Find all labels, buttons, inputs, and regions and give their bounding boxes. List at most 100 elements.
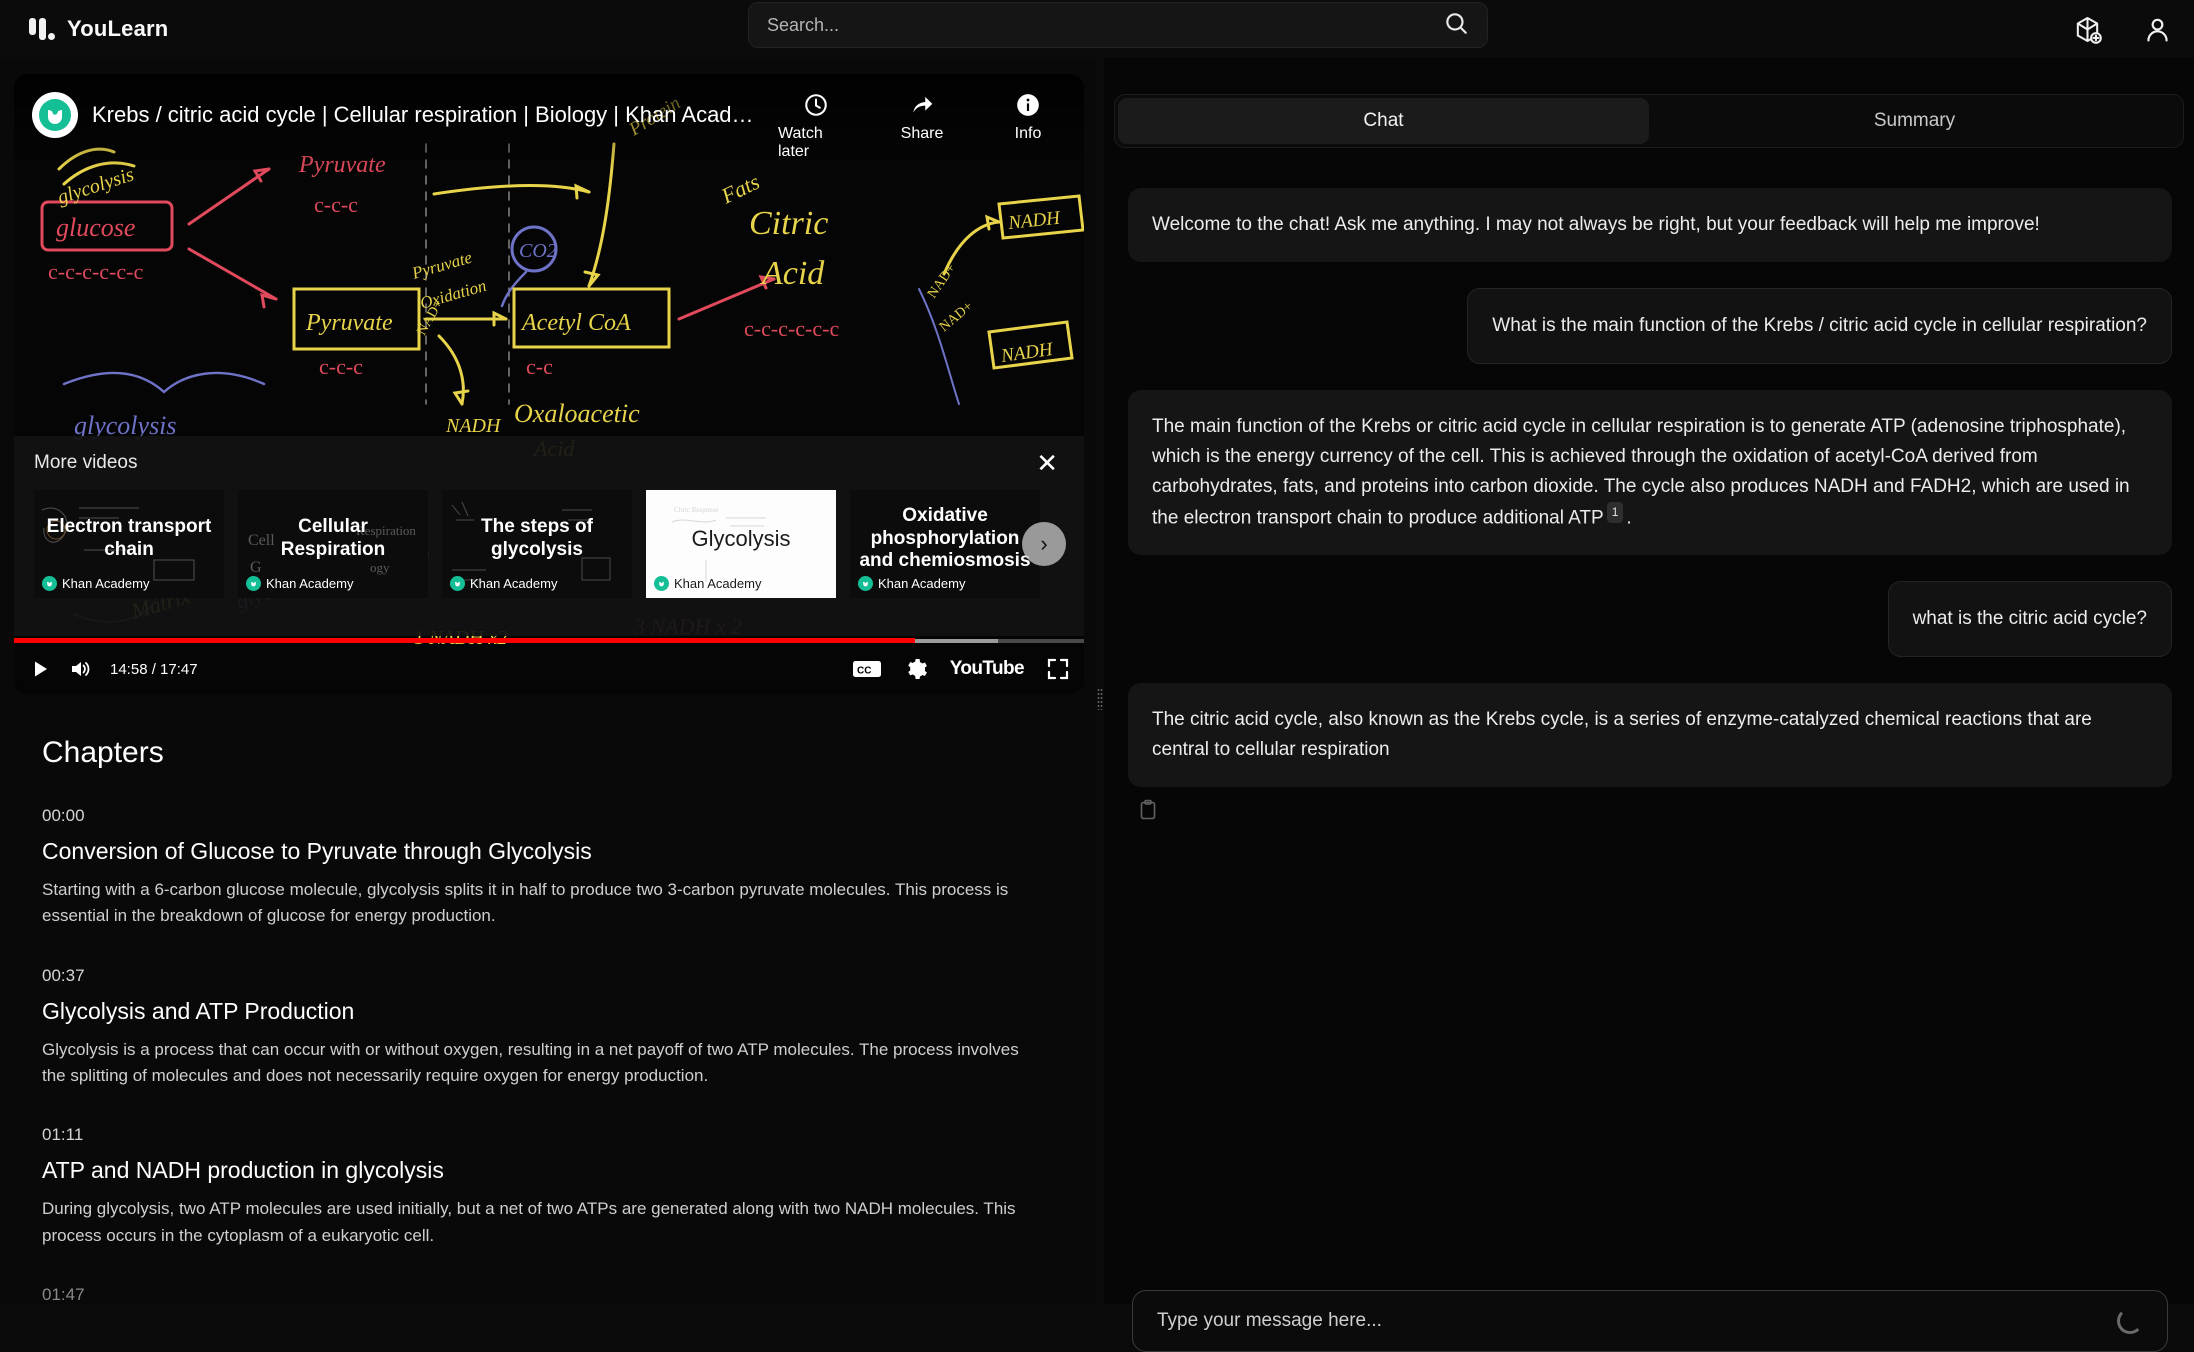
message-text: The main function of the Krebs or citric…: [1152, 416, 2130, 529]
channel-name: Khan Academy: [674, 576, 762, 591]
brand[interactable]: YouLearn: [0, 14, 168, 44]
message-text: The citric acid cycle, also known as the…: [1128, 683, 2172, 788]
gear-icon[interactable]: [904, 657, 928, 681]
cube-plus-icon[interactable]: [2072, 14, 2102, 44]
chat-message-user: What is the main function of the Krebs /…: [1128, 288, 2172, 365]
channel-name: Khan Academy: [470, 576, 558, 591]
chapter-item[interactable]: 00:37 Glycolysis and ATP Production Glyc…: [42, 966, 1056, 1090]
user-avatar-icon[interactable]: [2142, 14, 2172, 44]
chat-message-bot: The main function of the Krebs or citric…: [1128, 390, 2172, 556]
chapter-description: Glycolysis is a process that can occur w…: [42, 1039, 1019, 1086]
message-text-tail: .: [1626, 507, 1632, 529]
svg-text:Pyruvate: Pyruvate: [305, 310, 393, 336]
chat-input[interactable]: [1157, 1310, 2117, 1332]
chapter-item[interactable]: 00:00 Conversion of Glucose to Pyruvate …: [42, 806, 1056, 930]
video-card-channel: Khan Academy: [450, 576, 557, 591]
chevron-right-icon[interactable]: ›: [1022, 522, 1066, 566]
watch-later-label: Watch later: [778, 125, 823, 160]
video-card-channel: Khan Academy: [246, 576, 353, 591]
chapter-timestamp[interactable]: 00:00: [42, 806, 1056, 826]
play-icon[interactable]: [28, 657, 52, 681]
citation-badge[interactable]: 1: [1606, 502, 1624, 524]
chapter-description: Starting with a 6-carbon glucose molecul…: [42, 880, 1009, 926]
progress-played: [14, 638, 915, 643]
svg-text:c-c-c: c-c-c: [319, 354, 363, 379]
video-card[interactable]: Citric Response Glycolysis Khan Academy: [646, 490, 836, 598]
chat-messages: Welcome to the chat! Ask me anything. I …: [1114, 168, 2186, 1248]
khan-academy-logo-icon: [858, 576, 873, 591]
svg-text:Acid: Acid: [760, 255, 825, 292]
svg-text:c-c: c-c: [526, 354, 553, 379]
svg-text:c-c-c: c-c-c: [314, 192, 358, 217]
pane-splitter[interactable]: [1096, 58, 1104, 1304]
chapter-timestamp[interactable]: 01:47: [42, 1285, 1056, 1304]
video-card-channel: Khan Academy: [42, 576, 149, 591]
share-button[interactable]: Share: [884, 92, 960, 161]
video-title[interactable]: Krebs / citric acid cycle | Cellular res…: [92, 92, 760, 138]
chapters-heading: Chapters: [42, 736, 164, 769]
svg-text:ogy: ogy: [370, 560, 390, 575]
youlearn-logo-icon: [26, 14, 56, 44]
more-videos-list: Electron transport chain Khan Academy Ce…: [34, 490, 1066, 598]
khan-academy-logo-icon: [42, 576, 57, 591]
video-top-actions: Watch later Share Info: [778, 92, 1066, 161]
video-time-display: 14:58 / 17:47: [110, 660, 198, 678]
message-text: Welcome to the chat! Ask me anything. I …: [1128, 188, 2172, 263]
khan-academy-logo-icon: [246, 576, 261, 591]
composer-box[interactable]: [1132, 1290, 2168, 1352]
video-card[interactable]: Electron transport chain Khan Academy: [34, 490, 224, 598]
channel-name: Khan Academy: [62, 576, 150, 591]
chapter-title: Conversion of Glucose to Pyruvate throug…: [42, 838, 592, 864]
khan-academy-logo-icon: [654, 576, 669, 591]
chapter-title: Glycolysis and ATP Production: [42, 997, 355, 1024]
message-text: What is the main function of the Krebs /…: [1467, 288, 2172, 365]
more-videos-header: More videos ✕: [34, 450, 1064, 476]
volume-icon[interactable]: [68, 657, 92, 681]
video-card[interactable]: The steps of glycolysis Khan Academy: [442, 490, 632, 598]
video-card[interactable]: Oxidative phosphorylation and chemiosmos…: [850, 490, 1040, 598]
message-body: The main function of the Krebs or citric…: [1128, 390, 2172, 556]
watch-later-button[interactable]: Watch later: [778, 92, 854, 161]
chapter-item-partial[interactable]: 01:47: [42, 1285, 1056, 1304]
info-button[interactable]: Info: [990, 92, 1066, 161]
copy-clipboard-icon[interactable]: [1138, 799, 1158, 826]
svg-text:c-c-c-c-c-c: c-c-c-c-c-c: [744, 316, 839, 341]
khan-academy-logo-icon: [450, 576, 465, 591]
svg-text:NADH: NADH: [999, 339, 1055, 367]
tab-summary[interactable]: Summary: [1649, 98, 2180, 144]
video-card-title: Cellular Respiration: [280, 516, 386, 560]
video-card-title: Electron transport chain: [46, 516, 212, 560]
svg-text:Acetyl CoA: Acetyl CoA: [520, 310, 631, 336]
chapter-title: ATP and NADH production in glycolysis: [42, 1157, 444, 1184]
loading-spinner-icon: [2117, 1308, 2143, 1334]
fullscreen-icon[interactable]: [1046, 657, 1070, 681]
chapter-item[interactable]: 01:11 ATP and NADH production in glycoly…: [42, 1125, 1056, 1249]
search-input[interactable]: [767, 14, 1443, 36]
tab-chat[interactable]: Chat: [1118, 98, 1649, 144]
channel-name: Khan Academy: [266, 576, 354, 591]
youtube-logo[interactable]: YouTube: [950, 658, 1025, 680]
closed-captions-icon[interactable]: CC: [852, 658, 882, 680]
svg-text:Pyruvate: Pyruvate: [409, 248, 475, 284]
close-icon[interactable]: ✕: [1030, 450, 1064, 476]
search-bar[interactable]: [748, 2, 1488, 48]
brand-name: YouLearn: [67, 16, 169, 41]
chat-pane: Chat Summary Welcome to the chat! Ask me…: [1104, 58, 2194, 1352]
khan-academy-logo-icon[interactable]: [32, 92, 78, 138]
video-player[interactable]: glucose c-c-c-c-c-c glycolysis Pyruvate …: [14, 74, 1084, 694]
svg-text:NAD+: NAD+: [937, 299, 976, 335]
video-card-title: Glycolysis: [691, 525, 791, 551]
drag-handle-icon[interactable]: [1097, 688, 1103, 710]
video-card-title: The steps of glycolysis: [481, 516, 593, 560]
chapter-timestamp[interactable]: 00:37: [42, 966, 1056, 986]
video-card[interactable]: Cell Respiration G ogy Cellular Respirat…: [238, 490, 428, 598]
svg-text:c-c-c-c-c-c: c-c-c-c-c-c: [48, 259, 143, 284]
search-icon[interactable]: [1443, 10, 1469, 41]
top-bar-actions: [2072, 0, 2172, 58]
video-card-title: Oxidative phosphorylation and chemiosmos…: [859, 504, 1031, 572]
more-videos-panel: More videos ✕ Electron transport chain K…: [14, 436, 1084, 636]
message-text: what is the citric acid cycle?: [1887, 581, 2172, 658]
video-controls-right: CC YouTube: [852, 657, 1070, 681]
chapter-timestamp[interactable]: 01:11: [42, 1125, 1056, 1145]
left-pane: glucose c-c-c-c-c-c glycolysis Pyruvate …: [0, 58, 1098, 1304]
